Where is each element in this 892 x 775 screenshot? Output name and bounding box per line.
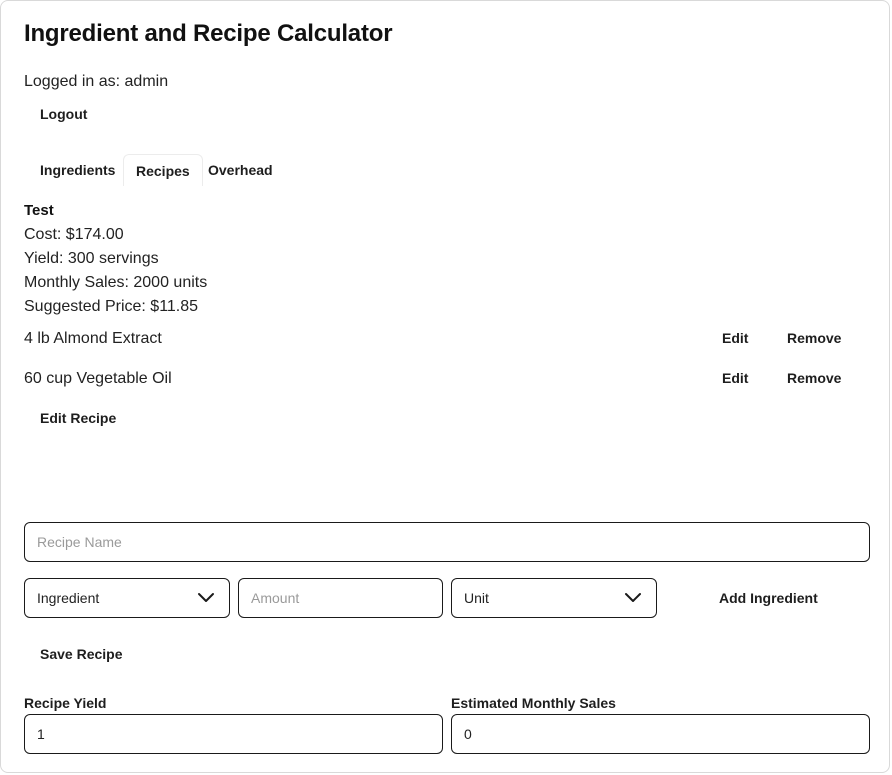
recipe-yield-label: Recipe Yield	[24, 695, 107, 711]
remove-ingredient-button[interactable]: Remove	[787, 330, 841, 346]
tab-overhead[interactable]: Overhead	[196, 154, 285, 186]
remove-ingredient-button[interactable]: Remove	[787, 370, 841, 386]
recipe-yield-input[interactable]	[24, 714, 443, 754]
unit-select-value: Unit	[464, 590, 489, 606]
edit-ingredient-button[interactable]: Edit	[722, 330, 748, 346]
logout-button[interactable]: Logout	[40, 106, 87, 122]
amount-input[interactable]	[238, 578, 443, 618]
add-ingredient-button[interactable]: Add Ingredient	[719, 590, 818, 606]
monthly-sales-label: Estimated Monthly Sales	[451, 695, 616, 711]
recipe-name-input[interactable]	[24, 522, 870, 562]
tab-ingredients[interactable]: Ingredients	[28, 154, 127, 186]
recipe-yield: Yield: 300 servings	[24, 250, 159, 267]
recipe-monthly-sales: Monthly Sales: 2000 units	[24, 274, 208, 291]
chevron-down-icon	[198, 593, 214, 602]
edit-recipe-button[interactable]: Edit Recipe	[40, 410, 116, 426]
ingredient-select[interactable]: Ingredient	[24, 578, 230, 618]
save-recipe-button[interactable]: Save Recipe	[40, 646, 123, 662]
ingredient-item: 4 lb Almond Extract	[24, 330, 162, 347]
recipe-cost: Cost: $174.00	[24, 226, 124, 243]
edit-ingredient-button[interactable]: Edit	[722, 370, 748, 386]
unit-select[interactable]: Unit	[451, 578, 657, 618]
ingredient-item: 60 cup Vegetable Oil	[24, 370, 172, 387]
monthly-sales-input[interactable]	[451, 714, 870, 754]
chevron-down-icon	[625, 593, 641, 602]
page-title: Ingredient and Recipe Calculator	[24, 20, 393, 47]
recipe-name: Test	[24, 202, 54, 219]
recipe-suggested-price: Suggested Price: $11.85	[24, 298, 199, 315]
tab-recipes[interactable]: Recipes	[123, 154, 203, 186]
ingredient-select-value: Ingredient	[37, 590, 100, 606]
logged-in-text: Logged in as: admin	[24, 73, 169, 90]
